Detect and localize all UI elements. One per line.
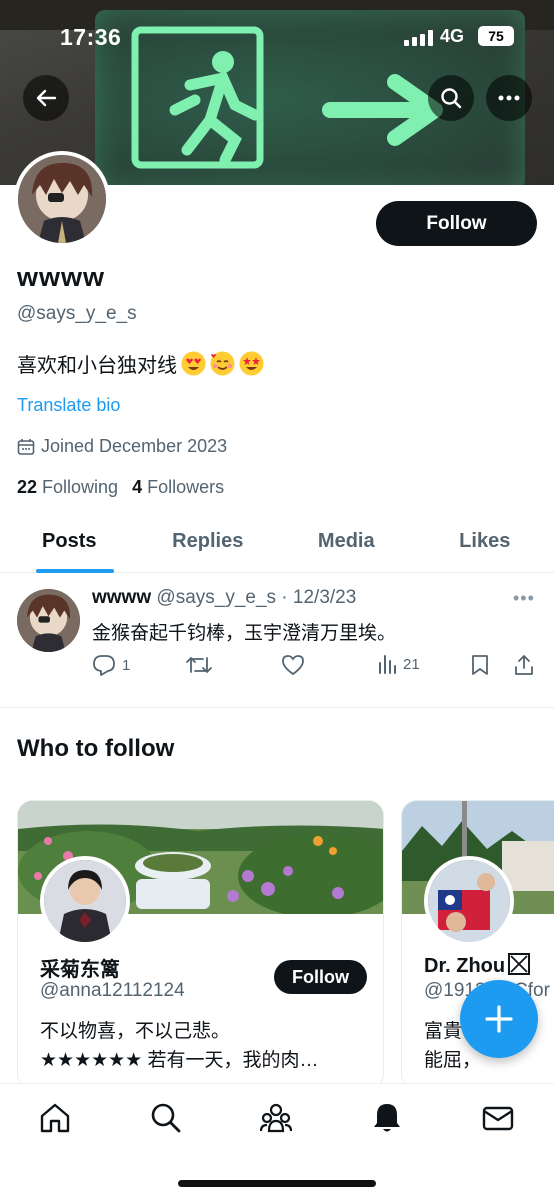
post-item[interactable]: wwww @says_y_e_s · 12/3/23 ••• 金猴奋起千钧棒，玉… xyxy=(0,574,554,708)
card-avatar[interactable] xyxy=(424,856,514,946)
mail-icon xyxy=(482,1106,514,1131)
heart-eyes-emoji-icon xyxy=(181,351,206,376)
views-button[interactable]: 21 xyxy=(377,654,420,674)
tab-media[interactable]: Media xyxy=(277,518,416,573)
network-type: 4G xyxy=(440,26,465,46)
followers-count: 4 xyxy=(132,477,143,497)
box-icon xyxy=(508,953,531,975)
follow-button[interactable]: Follow xyxy=(376,201,537,246)
star-struck-emoji-icon xyxy=(239,351,264,376)
card-bio-line: ★★★★★★ 若有一天，我的肉… xyxy=(40,1050,319,1071)
card-bio-line: 不以物喜，不以己悲。 xyxy=(40,1021,231,1042)
bio-text: 喜欢和小台独对线 xyxy=(17,355,177,377)
status-time: 17:36 xyxy=(60,24,122,50)
profile-screen: 17:36 4G 75 Follow wwww @says_y_e_s 喜欢和小… xyxy=(0,0,554,1200)
smiling-hearts-emoji-icon xyxy=(210,351,235,376)
nav-notifications[interactable] xyxy=(370,1101,404,1135)
repost-icon xyxy=(186,657,212,673)
status-bar: 17:36 4G 75 xyxy=(0,0,554,70)
reply-button[interactable]: 1 xyxy=(92,654,130,676)
bell-icon xyxy=(374,1104,400,1132)
repost-button[interactable] xyxy=(186,654,212,676)
card-follow-button[interactable]: Follow xyxy=(274,960,367,994)
nav-home[interactable] xyxy=(38,1101,72,1135)
nav-search[interactable] xyxy=(149,1101,183,1135)
profile-bio: 喜欢和小台独对线 xyxy=(17,349,264,378)
display-name: wwww xyxy=(17,262,106,292)
joined-date: Joined December 2023 xyxy=(17,436,227,457)
views-count: 21 xyxy=(403,655,420,673)
more-icon xyxy=(498,95,520,101)
reply-count: 1 xyxy=(122,656,131,674)
follow-counts: 22 Following 4 Followers xyxy=(17,477,224,498)
post-text: 金猴奋起千钧棒，玉宇澄清万里埃。 xyxy=(92,623,397,644)
active-tab-indicator xyxy=(36,569,114,573)
post-actions: 1 21 xyxy=(92,654,542,684)
card-name: Dr. Zhou xyxy=(424,953,531,978)
following-label: Following xyxy=(42,477,119,497)
plus-icon xyxy=(485,1005,513,1033)
back-button[interactable] xyxy=(23,75,69,121)
following-link[interactable]: 22 Following xyxy=(17,477,118,498)
profile-tabs: Posts Replies Media Likes xyxy=(0,518,554,573)
tab-posts[interactable]: Posts xyxy=(0,518,139,573)
heart-icon xyxy=(282,655,304,676)
compose-post-button[interactable] xyxy=(460,980,538,1058)
search-button[interactable] xyxy=(428,75,474,121)
home-indicator xyxy=(178,1180,376,1187)
card-avatar[interactable] xyxy=(40,856,130,946)
bookmark-icon xyxy=(472,655,488,675)
bookmark-button[interactable] xyxy=(470,654,490,676)
tab-replies[interactable]: Replies xyxy=(139,518,278,573)
card-bio-line: 能屈， xyxy=(424,1050,482,1071)
share-icon xyxy=(515,655,533,675)
tab-likes[interactable]: Likes xyxy=(416,518,554,573)
post-more-icon[interactable]: ••• xyxy=(513,588,535,609)
share-button[interactable] xyxy=(513,654,535,676)
nav-messages[interactable] xyxy=(481,1101,515,1135)
nav-communities[interactable] xyxy=(259,1101,293,1135)
signal-icon xyxy=(404,30,433,46)
battery-icon: 75 xyxy=(478,26,514,46)
views-icon xyxy=(379,655,396,674)
followers-label: Followers xyxy=(147,477,225,497)
card-handle: @anna12112124 xyxy=(40,980,185,1001)
card-bio: 不以物喜，不以己悲。 ★★★★★★ 若有一天，我的肉… xyxy=(40,1017,318,1075)
people-icon xyxy=(259,1103,293,1133)
post-avatar[interactable] xyxy=(17,589,80,652)
post-meta: @says_y_e_s · 12/3/23 xyxy=(151,587,357,608)
tab-media-label: Media xyxy=(317,530,375,552)
tab-replies-label: Replies xyxy=(172,530,244,552)
following-count: 22 xyxy=(17,477,38,497)
like-button[interactable] xyxy=(281,654,305,676)
reply-icon xyxy=(93,655,115,676)
more-button[interactable] xyxy=(486,75,532,121)
tab-likes-label: Likes xyxy=(459,530,511,552)
post-author-name[interactable]: wwww xyxy=(92,587,151,608)
home-icon xyxy=(40,1103,70,1133)
card-name-text: Dr. Zhou xyxy=(424,955,506,977)
translate-bio-link[interactable]: Translate bio xyxy=(17,395,120,416)
card-name: 采菊东篱 xyxy=(40,959,120,981)
tab-posts-label: Posts xyxy=(42,530,97,552)
post-header: wwww @says_y_e_s · 12/3/23 xyxy=(92,587,356,609)
search-icon xyxy=(151,1103,181,1133)
followers-link[interactable]: 4 Followers xyxy=(132,477,224,498)
back-arrow-icon xyxy=(36,89,57,107)
search-icon xyxy=(441,88,462,109)
user-handle: @says_y_e_s xyxy=(17,303,137,324)
suggestion-card[interactable]: 采菊东篱 @anna12112124 Follow 不以物喜，不以己悲。 ★★★… xyxy=(17,800,384,1090)
joined-text: Joined December 2023 xyxy=(41,436,228,456)
profile-avatar[interactable] xyxy=(14,151,110,247)
who-to-follow-title: Who to follow xyxy=(17,735,175,762)
calendar-icon xyxy=(17,438,35,455)
